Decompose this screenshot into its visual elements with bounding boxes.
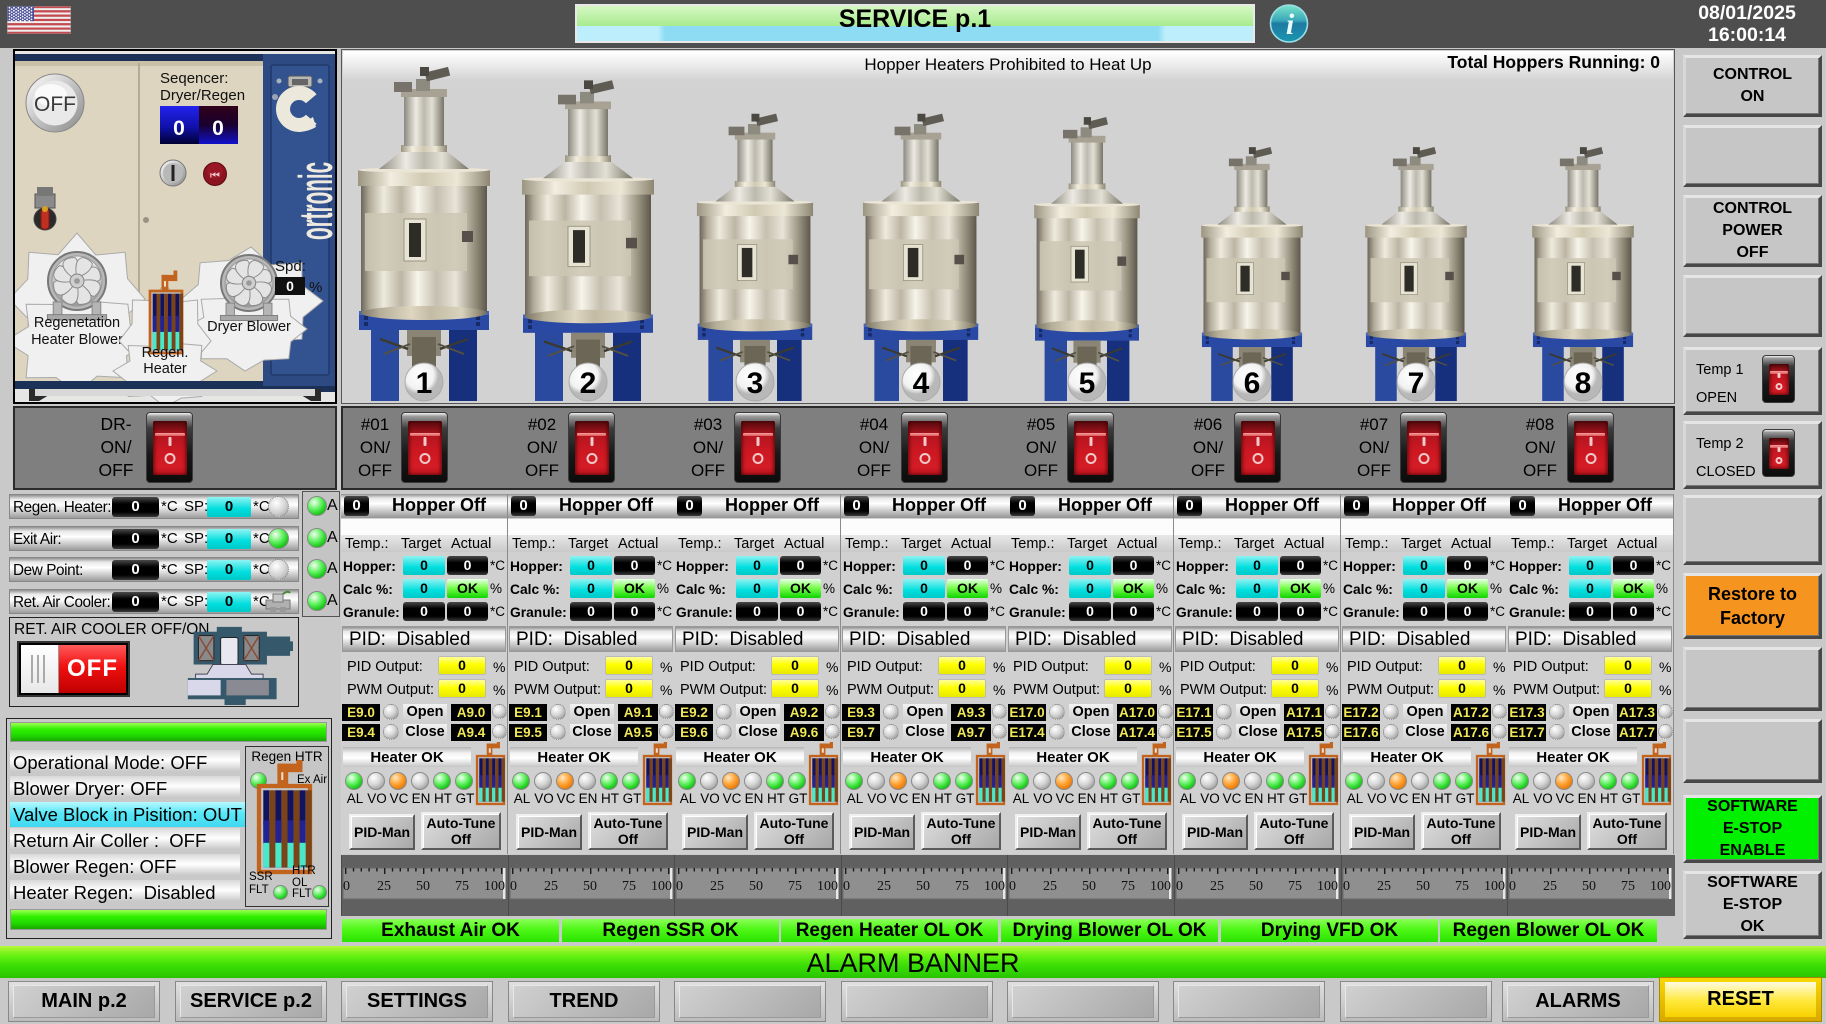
svg-text:0: 0 <box>676 879 683 894</box>
svg-text:%: % <box>309 279 322 296</box>
svg-text:25: 25 <box>1543 879 1557 894</box>
svg-text:50: 50 <box>416 879 430 894</box>
svg-text:Heater: Heater <box>143 361 187 377</box>
svg-text:0: 0 <box>843 879 850 894</box>
svg-text:7: 7 <box>1408 367 1425 400</box>
svg-text:i: i <box>1286 8 1295 41</box>
svg-text:2: 2 <box>580 367 597 400</box>
svg-text:25: 25 <box>877 879 891 894</box>
svg-text:0: 0 <box>1509 879 1516 894</box>
svg-text:75: 75 <box>788 879 802 894</box>
svg-text:75: 75 <box>1288 879 1302 894</box>
svg-text:75: 75 <box>1455 879 1469 894</box>
svg-text:1: 1 <box>416 367 433 400</box>
svg-text:0: 0 <box>286 278 294 294</box>
svg-text:100: 100 <box>984 879 1005 894</box>
svg-text:0: 0 <box>343 879 350 894</box>
svg-text:50: 50 <box>1582 879 1596 894</box>
svg-text:25: 25 <box>710 879 724 894</box>
svg-text:100: 100 <box>1650 879 1671 894</box>
svg-text:4: 4 <box>913 367 930 400</box>
svg-text:Regenetation: Regenetation <box>34 315 120 331</box>
svg-text:25: 25 <box>1210 879 1224 894</box>
svg-text:50: 50 <box>1082 879 1096 894</box>
svg-text:0: 0 <box>212 117 224 140</box>
svg-text:OFF: OFF <box>34 93 76 116</box>
svg-text:50: 50 <box>916 879 930 894</box>
svg-text:100: 100 <box>1317 879 1338 894</box>
svg-text:6: 6 <box>1244 367 1261 400</box>
svg-text:25: 25 <box>377 879 391 894</box>
svg-text:75: 75 <box>622 879 636 894</box>
svg-text:Seqencer:: Seqencer: <box>160 70 228 87</box>
svg-text:Heater Blower: Heater Blower <box>31 332 123 348</box>
svg-text:100: 100 <box>651 879 672 894</box>
svg-text:0: 0 <box>1176 879 1183 894</box>
svg-text:50: 50 <box>749 879 763 894</box>
svg-text:Spd:: Spd: <box>275 258 306 275</box>
svg-text:ortronic: ortronic <box>289 162 335 240</box>
svg-text:75: 75 <box>955 879 969 894</box>
svg-text:50: 50 <box>1416 879 1430 894</box>
svg-text:75: 75 <box>1621 879 1635 894</box>
svg-text:0: 0 <box>1343 879 1350 894</box>
svg-text:50: 50 <box>1249 879 1263 894</box>
svg-text:Dryer/Regen: Dryer/Regen <box>160 87 245 104</box>
svg-text:25: 25 <box>1377 879 1391 894</box>
svg-text:100: 100 <box>817 879 838 894</box>
svg-text:⏮: ⏮ <box>210 170 220 182</box>
svg-text:100: 100 <box>1150 879 1171 894</box>
svg-text:100: 100 <box>484 879 505 894</box>
svg-text:100: 100 <box>1484 879 1505 894</box>
svg-text:25: 25 <box>544 879 558 894</box>
svg-text:8: 8 <box>1575 367 1592 400</box>
svg-text:Dryer Blower: Dryer Blower <box>207 319 291 335</box>
svg-text:0: 0 <box>173 117 185 140</box>
svg-text:3: 3 <box>747 367 764 400</box>
svg-text:50: 50 <box>583 879 597 894</box>
svg-text:0: 0 <box>1009 879 1016 894</box>
svg-text:75: 75 <box>1121 879 1135 894</box>
svg-text:0: 0 <box>510 879 517 894</box>
svg-text:25: 25 <box>1043 879 1057 894</box>
svg-text:Regen.: Regen. <box>142 345 189 361</box>
svg-text:75: 75 <box>455 879 469 894</box>
svg-text:5: 5 <box>1079 367 1096 400</box>
